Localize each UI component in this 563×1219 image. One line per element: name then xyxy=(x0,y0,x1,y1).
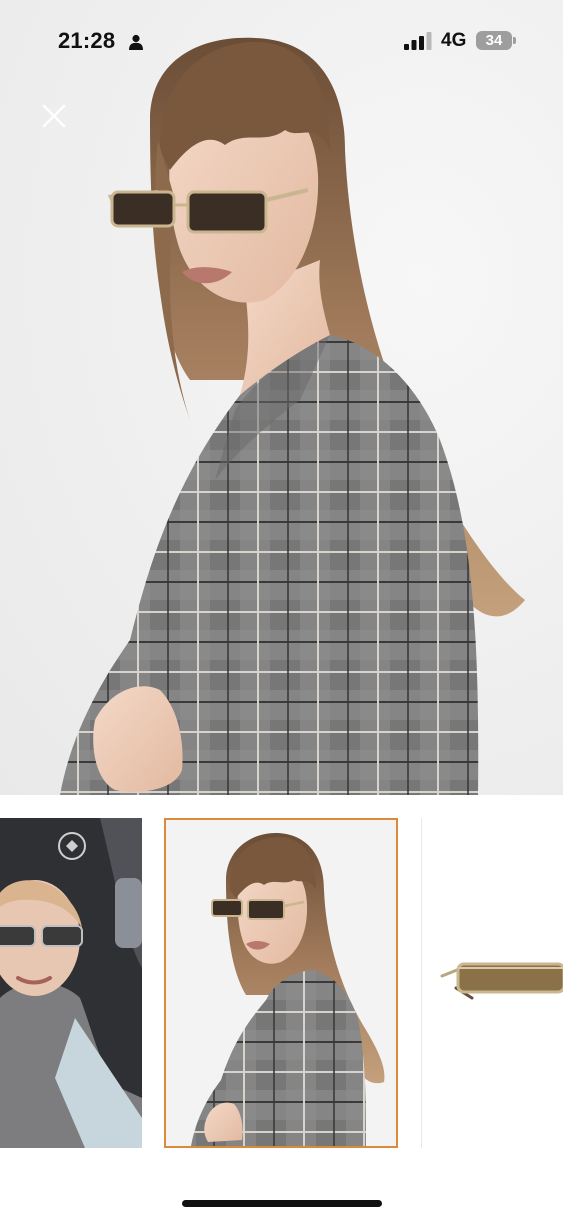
status-bar: 21:28 4G 34 xyxy=(0,0,563,80)
home-indicator[interactable] xyxy=(182,1200,382,1207)
network-type: 4G xyxy=(441,30,467,51)
thumbnail-strip xyxy=(0,818,563,1150)
battery-icon: 34 xyxy=(476,30,516,52)
main-product-image[interactable] xyxy=(0,0,563,795)
person-icon xyxy=(129,34,143,50)
close-icon[interactable] xyxy=(38,100,70,132)
thumb-car-selfie[interactable] xyxy=(0,818,142,1148)
thumb-sunglasses-product[interactable] xyxy=(421,818,563,1148)
thumb-model-plaid[interactable] xyxy=(164,818,398,1148)
battery-level: 34 xyxy=(485,32,503,49)
status-time: 21:28 xyxy=(58,28,116,53)
signal-bars-icon xyxy=(404,32,432,50)
model-photo xyxy=(60,37,525,795)
